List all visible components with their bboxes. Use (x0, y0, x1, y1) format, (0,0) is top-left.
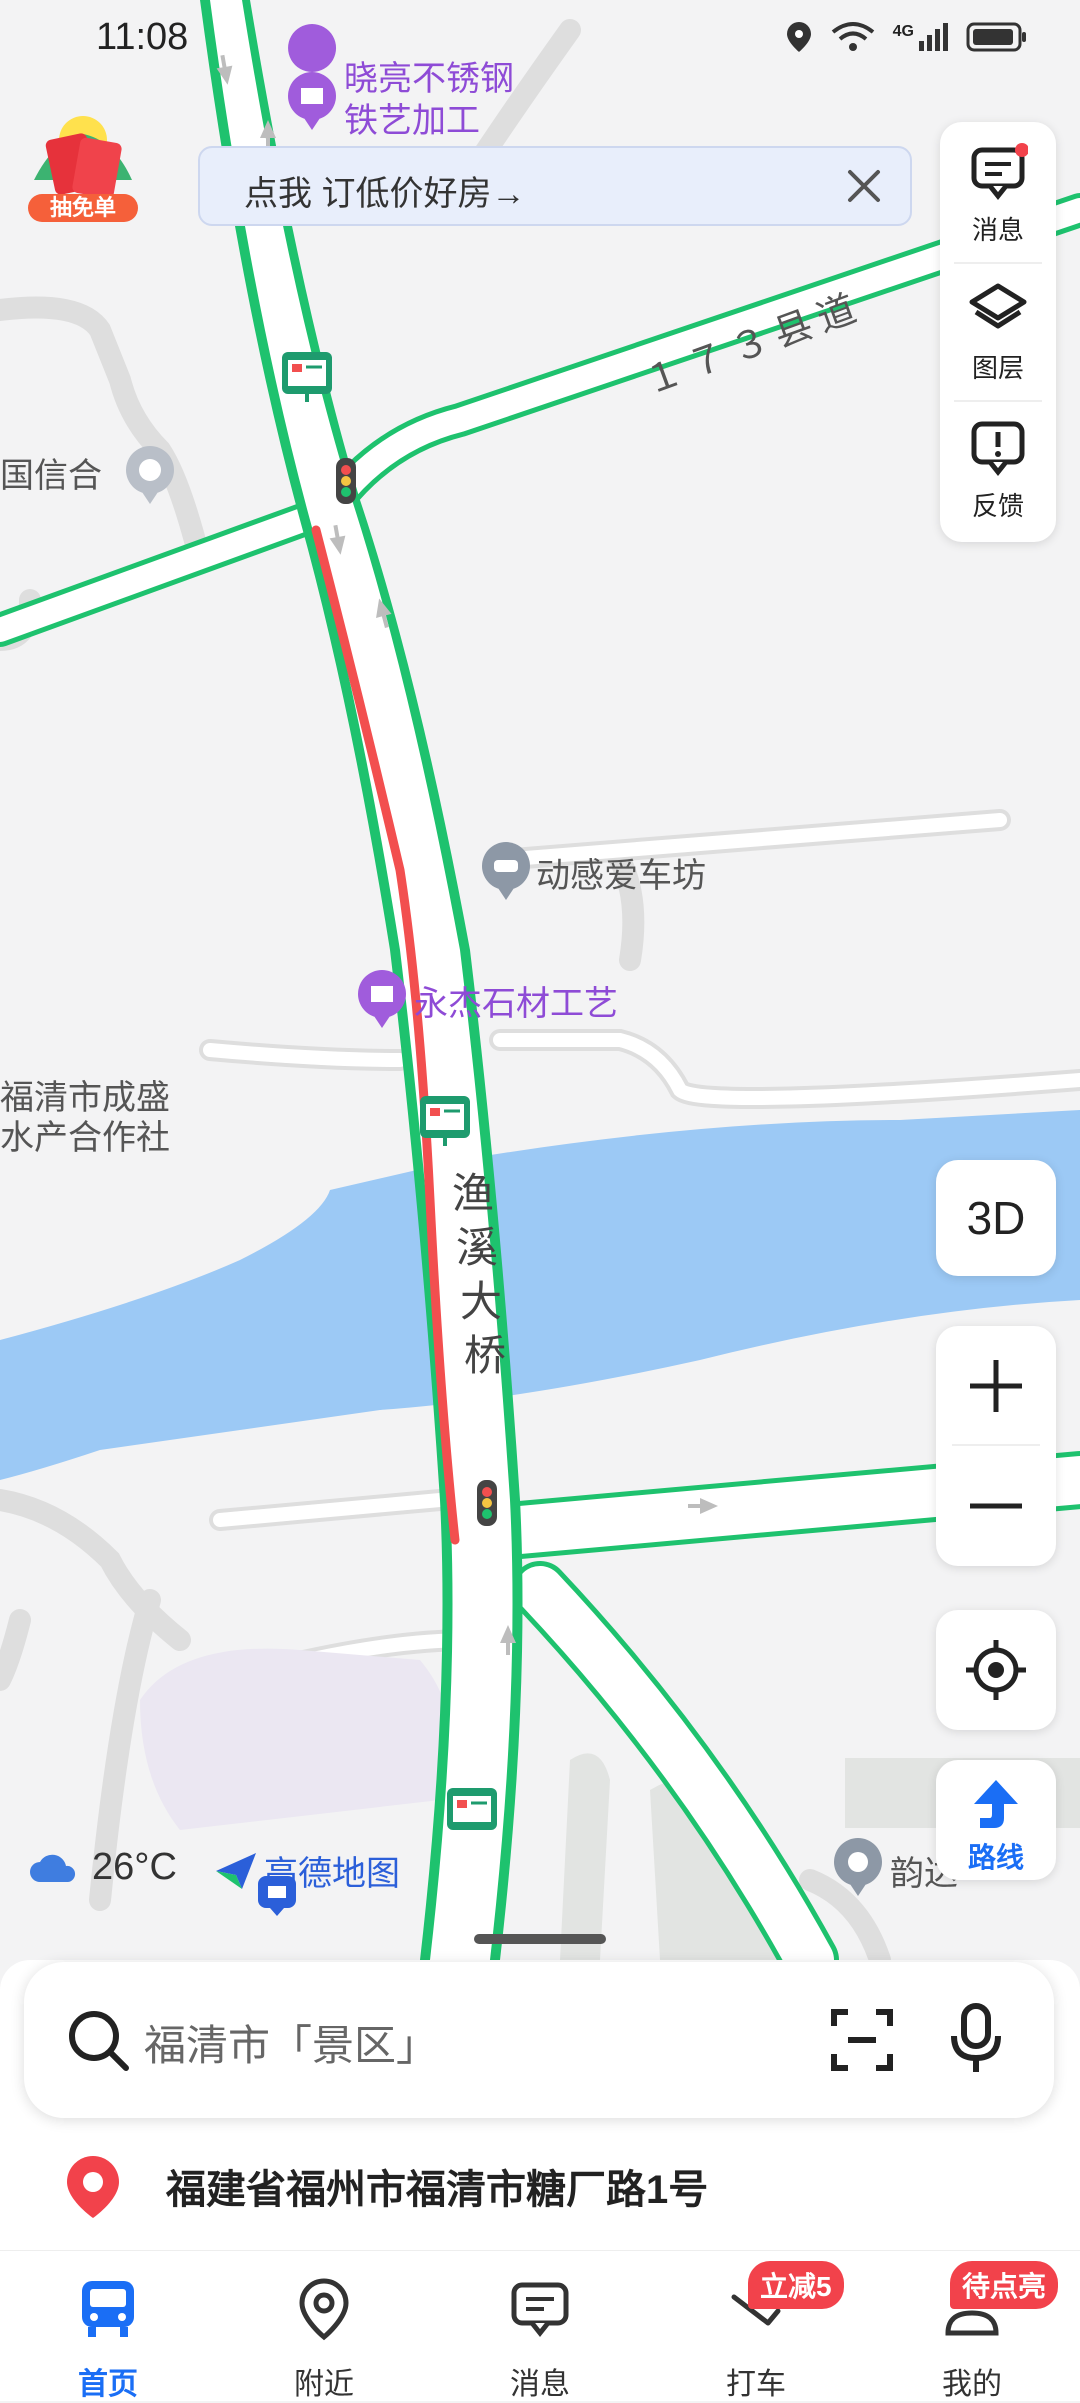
search-input[interactable]: 福清市「景区」 (144, 2012, 438, 2073)
layers-icon (969, 283, 1027, 329)
amap-logo: 高德地图 (214, 1846, 400, 1895)
tab-messages[interactable]: 消息 (432, 2251, 648, 2401)
3d-toggle-button[interactable]: 3D (936, 1160, 1056, 1276)
amap-logo-icon (216, 1852, 256, 1889)
tool-message-label: 消息 (971, 215, 1024, 245)
route-arrow-icon (974, 1780, 1018, 1828)
weather-temp: 26°C (92, 1846, 177, 1888)
poi-yongjie-label[interactable]: 永杰石材工艺 (414, 976, 618, 1025)
sheet-drag-handle[interactable] (474, 1934, 606, 1944)
bottom-tab-bar: 首页 附近 消息 立减5 打车 待点亮 我的 (0, 2250, 1080, 2401)
zoom-control (936, 1326, 1056, 1566)
poi-dongan-label[interactable]: 动感爱车坊 (536, 848, 706, 897)
tab-nearby[interactable]: 附近 (216, 2251, 432, 2401)
poi-chengsheng-label[interactable]: 福清市成盛 水产合作社 (0, 1078, 170, 1158)
location-pin-icon (67, 2156, 119, 2218)
banner-text[interactable]: 点我 订低价好房→ (244, 166, 525, 215)
current-location-marker (258, 1876, 296, 1916)
search-bar[interactable]: 福清市「景区」 (24, 1962, 1054, 2118)
map-tools-panel: 消息 图层 反馈 (940, 122, 1056, 542)
message-icon (971, 143, 1028, 201)
tool-layers-label: 图层 (971, 353, 1024, 383)
profile-badge: 待点亮 (950, 2261, 1059, 2309)
tab-taxi[interactable]: 立减5 打车 (648, 2251, 864, 2401)
tab-messages-label: 消息 (510, 2368, 570, 2401)
locate-icon (966, 1640, 1026, 1700)
status-bar: 11:08 4G (0, 0, 1080, 80)
bus-icon (82, 2281, 134, 2337)
cloud-icon (30, 1854, 76, 1882)
search-icon (69, 2011, 129, 2071)
map-view[interactable]: １７３县道 渔溪大桥 晓亮不锈钢 铁艺加工 国信合 动感爱车坊 永杰石材工艺 福清… (0, 0, 1080, 1989)
traffic-light-icon (477, 1480, 497, 1526)
location-pin-icon (299, 2278, 349, 2341)
tab-home-label: 首页 (78, 2368, 138, 2401)
close-icon[interactable] (836, 158, 892, 214)
tab-profile[interactable]: 待点亮 我的 (864, 2251, 1080, 2401)
feedback-icon (971, 421, 1025, 477)
tab-profile-label: 我的 (942, 2368, 1002, 2401)
locate-button[interactable] (936, 1610, 1056, 1730)
address-text: 福建省福州市福清市糖厂路1号 (166, 2168, 709, 2212)
scan-icon[interactable] (830, 2008, 894, 2072)
battery-icon (966, 22, 1026, 52)
tool-feedback-label: 反馈 (971, 491, 1024, 521)
zoom-in-icon[interactable] (966, 1356, 1026, 1416)
status-time: 11:08 (96, 16, 189, 58)
hotel-promo-banner[interactable]: 点我 订低价好房→ (198, 146, 912, 226)
tab-taxi-label: 打车 (726, 2368, 786, 2401)
free-order-badge[interactable]: 抽免单 (24, 110, 142, 222)
traffic-light-icon (336, 458, 356, 504)
tab-nearby-label: 附近 (294, 2368, 354, 2401)
traffic-camera-icon (447, 1788, 497, 1830)
zoom-out-icon[interactable] (966, 1476, 1026, 1536)
location-status-icon (786, 22, 811, 52)
tab-home[interactable]: 首页 (0, 2251, 216, 2401)
route-label: 路线 (967, 1842, 1024, 1873)
message-icon (511, 2282, 569, 2338)
microphone-icon[interactable] (948, 2002, 1004, 2076)
tool-feedback[interactable]: 反馈 (940, 398, 1056, 532)
tool-layers[interactable]: 图层 (940, 260, 1056, 394)
badge-label: 抽免单 (49, 195, 116, 220)
cell-signal-icon: 4G (893, 23, 948, 51)
weather-widget[interactable]: 26°C (28, 1846, 177, 1889)
wifi-icon (831, 22, 874, 51)
tool-message[interactable]: 消息 (940, 122, 1056, 256)
route-button[interactable]: 路线 (936, 1760, 1056, 1880)
poi-xinhe-label[interactable]: 国信合 (0, 448, 102, 497)
current-address[interactable]: 福建省福州市福清市糖厂路1号 (60, 2152, 708, 2220)
taxi-badge: 立减5 (748, 2261, 844, 2309)
